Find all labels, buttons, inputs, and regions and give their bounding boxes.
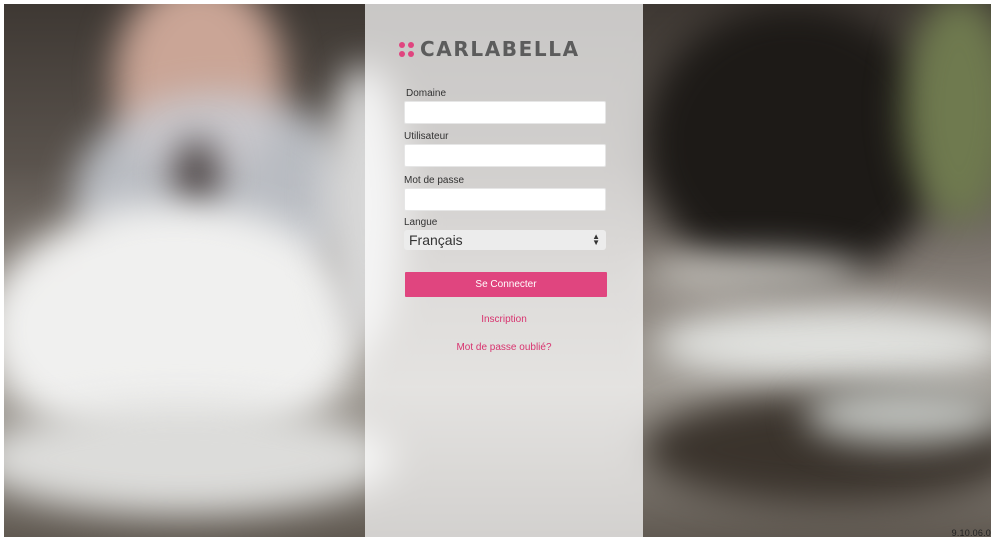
domain-input[interactable] [404, 101, 606, 124]
version-number: 9.10.06.0 [951, 528, 991, 537]
dots-grid-icon [399, 41, 414, 57]
password-label: Mot de passe [404, 175, 465, 186]
brand-logo: CARLABELLA [399, 37, 580, 61]
forgot-password-link[interactable]: Mot de passe oublié? [365, 342, 643, 353]
login-panel [365, 4, 643, 537]
updown-arrows-icon: ▲ ▼ [592, 232, 600, 247]
language-select[interactable]: Français ▲ ▼ [404, 230, 606, 250]
user-input[interactable] [404, 144, 606, 167]
login-button[interactable]: Se Connecter [405, 272, 607, 297]
language-label: Langue [404, 217, 438, 228]
user-label: Utilisateur [404, 131, 449, 142]
signup-link[interactable]: Inscription [365, 314, 643, 325]
language-selected-value: Français [409, 232, 463, 248]
password-input[interactable] [404, 188, 606, 211]
brand-name: CARLABELLA [420, 37, 580, 61]
domain-label: Domaine [406, 88, 447, 99]
